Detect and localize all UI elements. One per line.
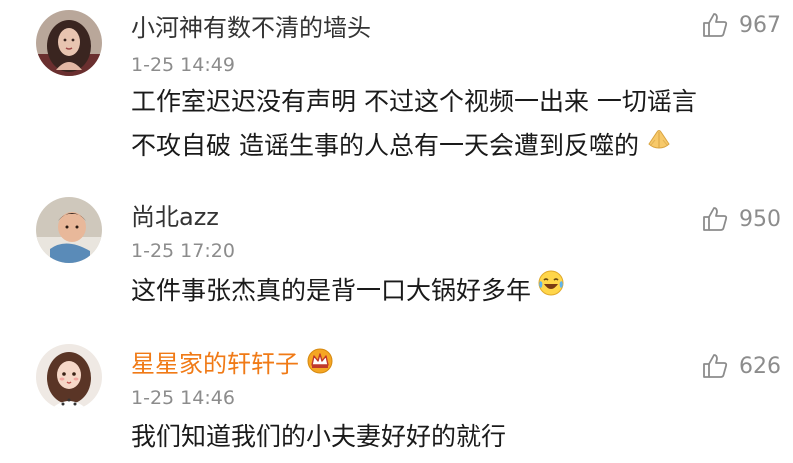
comment-text-segment: 这件事张杰真的是背一口大锅好多年 bbox=[131, 276, 532, 305]
username-text: 星星家的轩轩子 bbox=[131, 350, 299, 378]
comment-text-line: 工作室迟迟没有声明 不过这个视频一出来 一切谣言 bbox=[131, 87, 697, 116]
comment-text: 这件事张杰真的是背一口大锅好多年 bbox=[131, 269, 771, 313]
avatar[interactable] bbox=[36, 197, 102, 263]
like-count: 626 bbox=[739, 353, 781, 379]
comment-text-line: 不攻自破 造谣生事的人总有一天会遭到反噬的 bbox=[131, 124, 771, 168]
crown-icon bbox=[305, 346, 335, 381]
comment-text-line: 我们知道我们的小夫妻好好的就行 bbox=[131, 422, 507, 451]
username[interactable]: 小河神有数不清的墙头 bbox=[131, 13, 371, 43]
comment-text: 工作室迟迟没有声明 不过这个视频一出来 一切谣言 不攻自破 造谣生事的人总有一天… bbox=[131, 80, 771, 168]
avatar[interactable] bbox=[36, 10, 102, 76]
like-button[interactable]: 950 bbox=[701, 204, 781, 234]
comment-text: 我们知道我们的小夫妻好好的就行 bbox=[131, 415, 771, 459]
comment-text-line: 这件事张杰真的是背一口大锅好多年 bbox=[131, 269, 771, 313]
timestamp: 1-25 14:46 bbox=[131, 387, 235, 409]
timestamp: 1-25 14:49 bbox=[131, 54, 235, 76]
palms-together-icon bbox=[645, 122, 673, 166]
laugh-cry-icon bbox=[537, 267, 565, 311]
thumbs-up-icon bbox=[701, 352, 729, 380]
thumbs-up-icon bbox=[701, 11, 729, 39]
like-button[interactable]: 967 bbox=[701, 10, 781, 40]
username[interactable]: 星星家的轩轩子 bbox=[131, 346, 335, 381]
username[interactable]: 尚北azz bbox=[131, 202, 219, 232]
thumbs-up-icon bbox=[701, 205, 729, 233]
like-count: 967 bbox=[739, 12, 781, 38]
timestamp: 1-25 17:20 bbox=[131, 240, 235, 262]
like-count: 950 bbox=[739, 206, 781, 232]
avatar[interactable] bbox=[36, 344, 102, 410]
like-button[interactable]: 626 bbox=[701, 351, 781, 381]
comment-text-segment: 不攻自破 造谣生事的人总有一天会遭到反噬的 bbox=[131, 131, 639, 160]
